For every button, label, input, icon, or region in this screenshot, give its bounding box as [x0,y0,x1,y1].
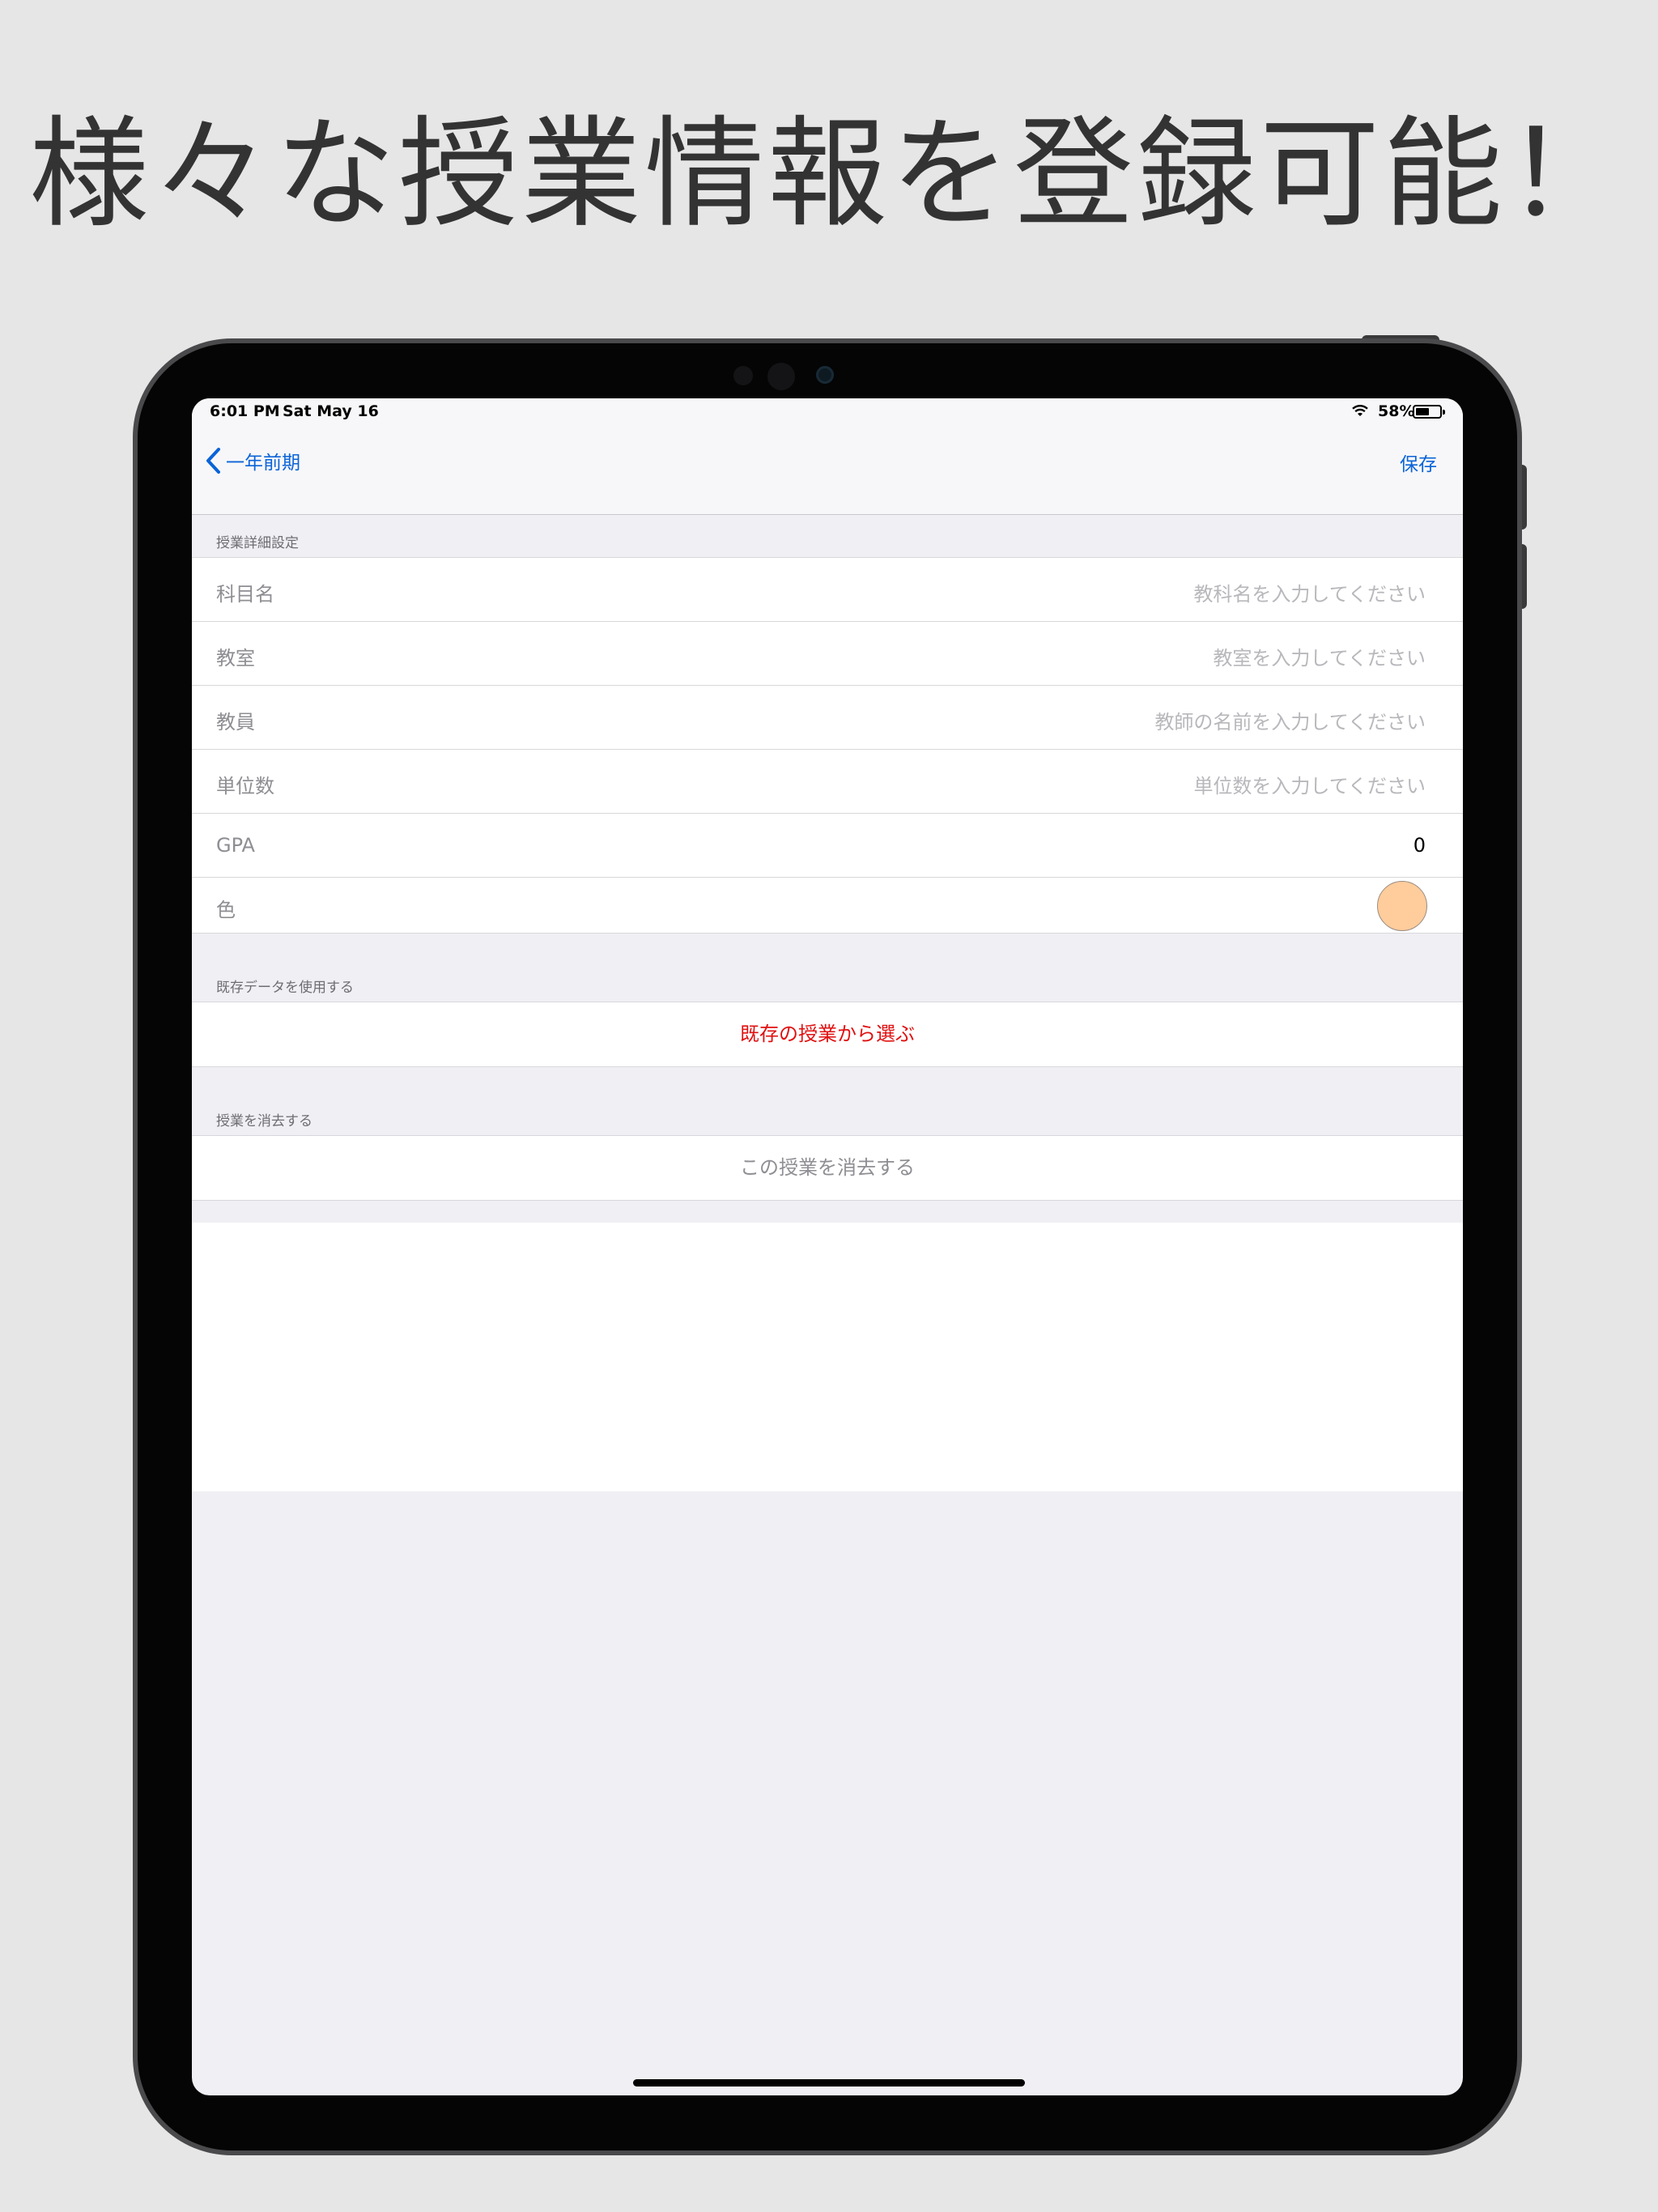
color-swatch[interactable] [1377,881,1427,931]
app-screen: 6:01 PM Sat May 16 58% 一年前期 保存 授業詳細設定 科目… [192,398,1463,2095]
existing-data-group: 既存の授業から選ぶ [192,1002,1463,1067]
section-header-details: 授業詳細設定 [216,535,299,551]
battery-fill [1416,408,1430,415]
delete-class-button[interactable]: この授業を消去する [192,1136,1463,1200]
credits-row[interactable]: 単位数 単位数を入力してください [192,750,1463,814]
back-button[interactable]: 一年前期 [205,442,300,479]
color-row[interactable]: 色 [192,878,1463,933]
battery-icon [1413,405,1445,419]
back-button-label: 一年前期 [226,453,300,474]
wifi-icon [1352,405,1368,416]
front-camera-icon [816,366,834,384]
credits-label: 単位数 [216,775,274,798]
credits-input[interactable]: 単位数を入力してください [1193,770,1426,798]
empty-content-area [192,1223,1463,1491]
teacher-row[interactable]: 教員 教師の名前を入力してください [192,686,1463,750]
subject-name-row[interactable]: 科目名 教科名を入力してください [192,558,1463,622]
status-bar: 6:01 PM Sat May 16 58% [192,398,1463,424]
classroom-label: 教室 [216,647,255,670]
gpa-label: GPA [216,834,255,857]
section-header-existing: 既存データを使用する [216,980,354,996]
teacher-input[interactable]: 教師の名前を入力してください [1154,706,1426,734]
battery-cap [1443,410,1445,415]
status-date: Sat May 16 [283,402,379,420]
delete-group: この授業を消去する [192,1135,1463,1201]
promo-headline: 様々な授業情報を登録可能！ [29,104,1629,244]
teacher-label: 教員 [216,711,255,734]
chevron-left-icon [206,448,220,474]
home-indicator[interactable] [633,2079,1025,2087]
subject-name-label: 科目名 [216,583,274,606]
color-label: 色 [216,899,236,921]
sensor-dot [733,366,753,385]
classroom-row[interactable]: 教室 教室を入力してください [192,622,1463,686]
status-time: 6:01 PM [210,402,280,420]
gpa-row[interactable]: GPA 0 [192,814,1463,878]
section-header-delete: 授業を消去する [216,1113,312,1129]
sensor-dot [767,363,795,390]
choose-existing-class-button[interactable]: 既存の授業から選ぶ [192,1002,1463,1066]
battery-percent: 58% [1378,402,1415,420]
details-form-group: 科目名 教科名を入力してください 教室 教室を入力してください 教員 教師の名前… [192,557,1463,934]
classroom-input[interactable]: 教室を入力してください [1213,642,1426,670]
subject-name-input[interactable]: 教科名を入力してください [1193,578,1426,606]
gpa-value[interactable]: 0 [1414,834,1426,857]
save-button[interactable]: 保存 [1400,449,1437,476]
navigation-bar: 一年前期 保存 [192,424,1463,515]
